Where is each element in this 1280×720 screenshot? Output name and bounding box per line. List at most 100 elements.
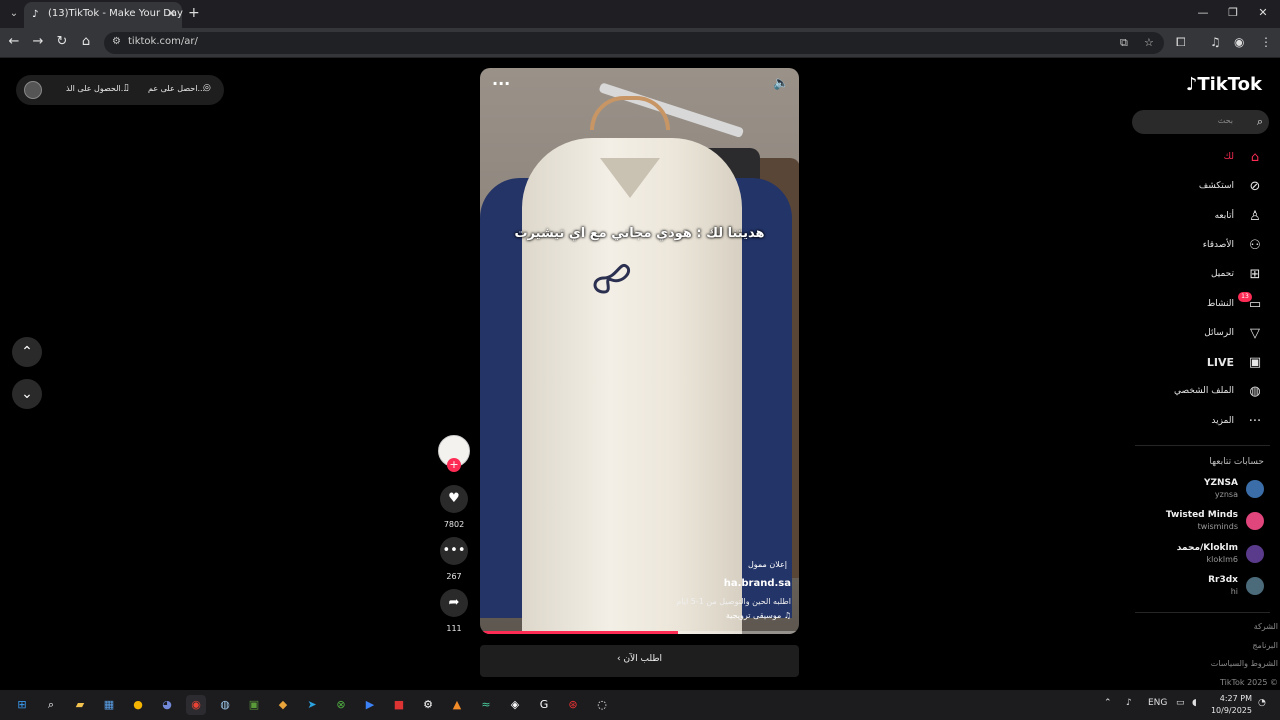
- like-button[interactable]: ♥: [440, 485, 468, 513]
- volume-icon[interactable]: 🔈: [773, 76, 789, 92]
- video-player[interactable]: هديتنا لك : هودي مجاني مع اي تيشيرت ··· …: [480, 68, 799, 634]
- app-circle-icon[interactable]: ⊛: [563, 695, 583, 715]
- install-app-icon[interactable]: ⧉: [1120, 36, 1128, 50]
- tab-search-icon[interactable]: ⌄: [6, 6, 22, 22]
- url-text[interactable]: tiktok.com/ar/: [128, 36, 198, 47]
- video-progress-bar[interactable]: [480, 631, 799, 634]
- bookmark-star-icon[interactable]: ☆: [1144, 36, 1154, 49]
- sidebar-item-following[interactable]: أتابعه ♙: [1140, 204, 1270, 230]
- app-red-icon[interactable]: ■: [389, 695, 409, 715]
- tray-expand-icon[interactable]: ⌃: [1104, 698, 1112, 708]
- more-options-icon[interactable]: ···: [492, 74, 510, 93]
- app-orange-icon[interactable]: ▲: [447, 695, 467, 715]
- search-icon[interactable]: ⌕: [1257, 115, 1263, 129]
- new-tab-button[interactable]: +: [188, 5, 200, 21]
- friends-icon: ⚇: [1249, 237, 1261, 253]
- address-bar[interactable]: ⚙ tiktok.com/ar/ ⧉ ☆: [104, 32, 1164, 54]
- sidebar-item-label: استكشف: [1198, 181, 1234, 192]
- video-caption: هديتنا لك : هودي مجاني مع اي تيشيرت: [514, 226, 765, 241]
- site-info-icon[interactable]: ⚙: [112, 36, 121, 47]
- maximize-icon[interactable]: ❐: [1226, 6, 1240, 19]
- app-icon[interactable]: ●: [128, 695, 148, 715]
- start-icon[interactable]: ⊞: [12, 695, 32, 715]
- footer-link[interactable]: TikTok 2025 ©: [1220, 678, 1278, 687]
- network-icon[interactable]: ▭: [1176, 698, 1185, 708]
- followed-account[interactable]: Twisted Minds twisminds: [1140, 510, 1270, 540]
- brand-logo-icon: [593, 263, 631, 294]
- previous-video-button[interactable]: ⌃: [12, 337, 42, 367]
- get-app-pill[interactable]: الحصول على الذ... ▯ احصل على عم... ◎: [16, 75, 224, 105]
- back-icon[interactable]: ←: [6, 34, 22, 50]
- reload-icon[interactable]: ↻: [54, 34, 70, 50]
- app-dark-icon[interactable]: ◈: [505, 695, 525, 715]
- sidebar-item-more[interactable]: المزيد ···: [1140, 409, 1270, 435]
- tab-close-icon[interactable]: ✕: [167, 7, 176, 20]
- pill-text-left[interactable]: الحصول على الذ...: [66, 84, 128, 93]
- sponsored-label: إعلان ممول: [747, 560, 787, 569]
- order-now-button[interactable]: ‹ اطلب الآن: [480, 645, 799, 677]
- followed-account[interactable]: YZNSA yznsa: [1140, 478, 1270, 508]
- like-count: 7802: [443, 520, 465, 529]
- app-gray-icon[interactable]: ⚙: [418, 695, 438, 715]
- footer-link[interactable]: الشركة: [1254, 622, 1278, 631]
- minecraft-icon[interactable]: ▣: [244, 695, 264, 715]
- upload-icon: ⊞: [1249, 267, 1261, 283]
- language-indicator[interactable]: ENG: [1148, 698, 1167, 708]
- sidebar-item-profile[interactable]: الملف الشخصي ◍: [1140, 379, 1270, 405]
- close-window-icon[interactable]: ✕: [1256, 6, 1270, 19]
- sidebar-item-compass[interactable]: استكشف ⊘: [1140, 174, 1270, 200]
- avatar: [1246, 576, 1264, 595]
- account-handle: kloklm6: [1206, 554, 1239, 564]
- followed-account[interactable]: محمد/Kloklm kloklm6: [1140, 543, 1270, 573]
- sidebar-item-label: أتابعه: [1214, 210, 1234, 221]
- share-button[interactable]: ➦: [440, 589, 468, 617]
- sidebar-item-label: تحميل: [1210, 269, 1234, 280]
- heart-icon: ♥: [448, 491, 460, 506]
- minimize-icon[interactable]: —: [1196, 6, 1210, 19]
- sidebar-item-friends[interactable]: الأصدقاء ⚇: [1140, 233, 1270, 259]
- author-handle[interactable]: ha.brand.sa: [724, 578, 791, 589]
- app-g-icon[interactable]: G: [534, 695, 554, 715]
- sidebar-item-upload[interactable]: تحميل ⊞: [1140, 262, 1270, 288]
- browser-tab[interactable]: ♪ (13)TikTok - Make Your Day ✕: [24, 2, 183, 28]
- sidebar-item-live[interactable]: LIVE ▣: [1140, 350, 1270, 376]
- microphone-icon[interactable]: ♪: [1126, 698, 1132, 708]
- notification-bell-icon[interactable]: ◔: [1258, 698, 1266, 708]
- profile-avatar-icon[interactable]: ◉: [1234, 35, 1244, 49]
- app-chat-icon[interactable]: ◌: [592, 695, 612, 715]
- footer-link[interactable]: البرنامج: [1252, 641, 1278, 650]
- search-taskbar-icon[interactable]: ⌕: [41, 695, 61, 715]
- extensions-icon[interactable]: ⧠: [1176, 35, 1186, 50]
- sidebar-item-home[interactable]: لك ⌂: [1140, 145, 1270, 171]
- search-input[interactable]: بحث ⌕: [1132, 110, 1269, 134]
- system-clock[interactable]: 4:27 PM 10/9/2025: [1211, 693, 1252, 717]
- steam-icon[interactable]: ◍: [215, 695, 235, 715]
- telegram-icon[interactable]: ➤: [302, 695, 322, 715]
- home-icon[interactable]: ⌂: [78, 34, 94, 50]
- next-video-button[interactable]: ⌄: [12, 379, 42, 409]
- sidebar-item-activity[interactable]: النشاط ▭ 13: [1140, 291, 1270, 318]
- sidebar-item-messages[interactable]: الرسائل ▽: [1140, 321, 1270, 347]
- tiktok-logo[interactable]: ♪TikTok: [1186, 74, 1262, 95]
- comment-button[interactable]: •••: [440, 537, 468, 565]
- followed-account[interactable]: Rr3dx hi: [1140, 575, 1270, 605]
- browser-menu-icon[interactable]: ⋮: [1260, 35, 1272, 49]
- follow-plus-icon[interactable]: +: [447, 458, 461, 472]
- store-icon[interactable]: ▦: [99, 695, 119, 715]
- pill-text-right[interactable]: احصل على عم...: [148, 84, 205, 93]
- media-player-icon[interactable]: ▶: [360, 695, 380, 715]
- divider: [1135, 445, 1270, 446]
- footer-link[interactable]: الشروط والسياسات: [1211, 659, 1278, 668]
- clock-time: 4:27 PM: [1219, 694, 1252, 703]
- volume-tray-icon[interactable]: ◖: [1192, 698, 1197, 708]
- app-stack-icon[interactable]: ◆: [273, 695, 293, 715]
- forward-icon[interactable]: →: [30, 34, 46, 50]
- file-explorer-icon[interactable]: ▰: [70, 695, 90, 715]
- media-control-icon[interactable]: ♫: [1210, 35, 1221, 49]
- music-info[interactable]: موسيقى ترويجية ♫: [726, 611, 791, 620]
- share-count: 111: [446, 624, 462, 633]
- terminal-icon[interactable]: ≈: [476, 695, 496, 715]
- chrome-icon[interactable]: ◉: [186, 695, 206, 715]
- xbox-icon[interactable]: ⊗: [331, 695, 351, 715]
- discord-icon[interactable]: ◕: [157, 695, 177, 715]
